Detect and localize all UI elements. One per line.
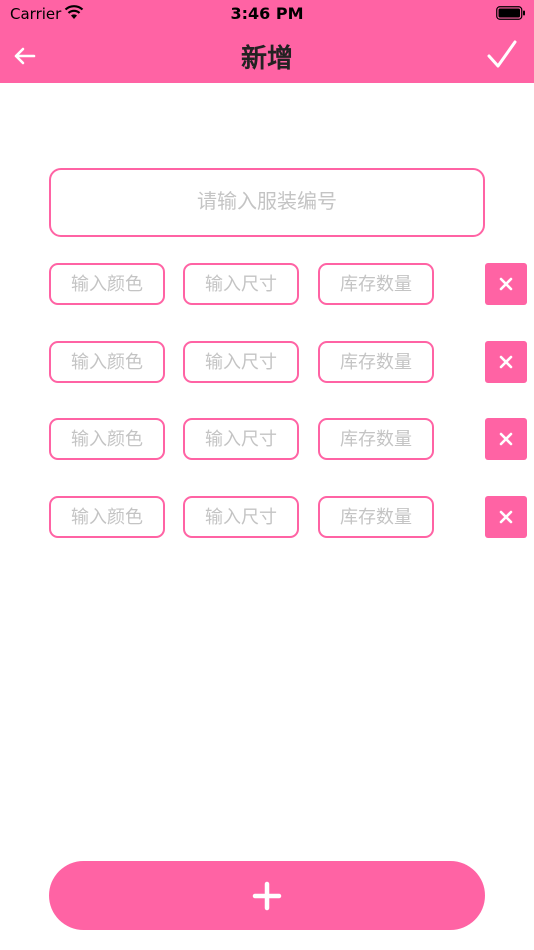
page-title: 新增 <box>240 44 293 74</box>
close-icon <box>499 355 513 369</box>
color-input[interactable] <box>49 263 165 305</box>
variant-row <box>0 263 534 305</box>
stock-input[interactable] <box>318 263 434 305</box>
variant-row <box>0 418 534 460</box>
garment-code-input[interactable] <box>49 168 485 237</box>
stock-input[interactable] <box>318 418 434 460</box>
delete-row-button[interactable] <box>485 496 527 538</box>
color-input[interactable] <box>49 496 165 538</box>
variant-row <box>0 496 534 538</box>
close-icon <box>499 277 513 291</box>
nav-bar: 新增 <box>0 28 534 83</box>
stock-input[interactable] <box>318 496 434 538</box>
size-input[interactable] <box>183 496 299 538</box>
time-label: 3:46 PM <box>230 4 304 23</box>
delete-row-button[interactable] <box>485 341 527 383</box>
close-icon <box>499 432 513 446</box>
status-bar: Carrier 3:46 PM <box>0 0 534 28</box>
checkmark-icon[interactable] <box>486 38 518 72</box>
size-input[interactable] <box>183 418 299 460</box>
color-input[interactable] <box>49 418 165 460</box>
size-input[interactable] <box>183 341 299 383</box>
stock-input[interactable] <box>318 341 434 383</box>
variant-row <box>0 341 534 383</box>
size-input[interactable] <box>183 263 299 305</box>
plus-icon <box>252 881 282 910</box>
color-input[interactable] <box>49 341 165 383</box>
battery-icon <box>496 6 525 20</box>
delete-row-button[interactable] <box>485 418 527 460</box>
close-icon <box>499 510 513 524</box>
add-row-button[interactable] <box>49 861 485 930</box>
delete-row-button[interactable] <box>485 263 527 305</box>
